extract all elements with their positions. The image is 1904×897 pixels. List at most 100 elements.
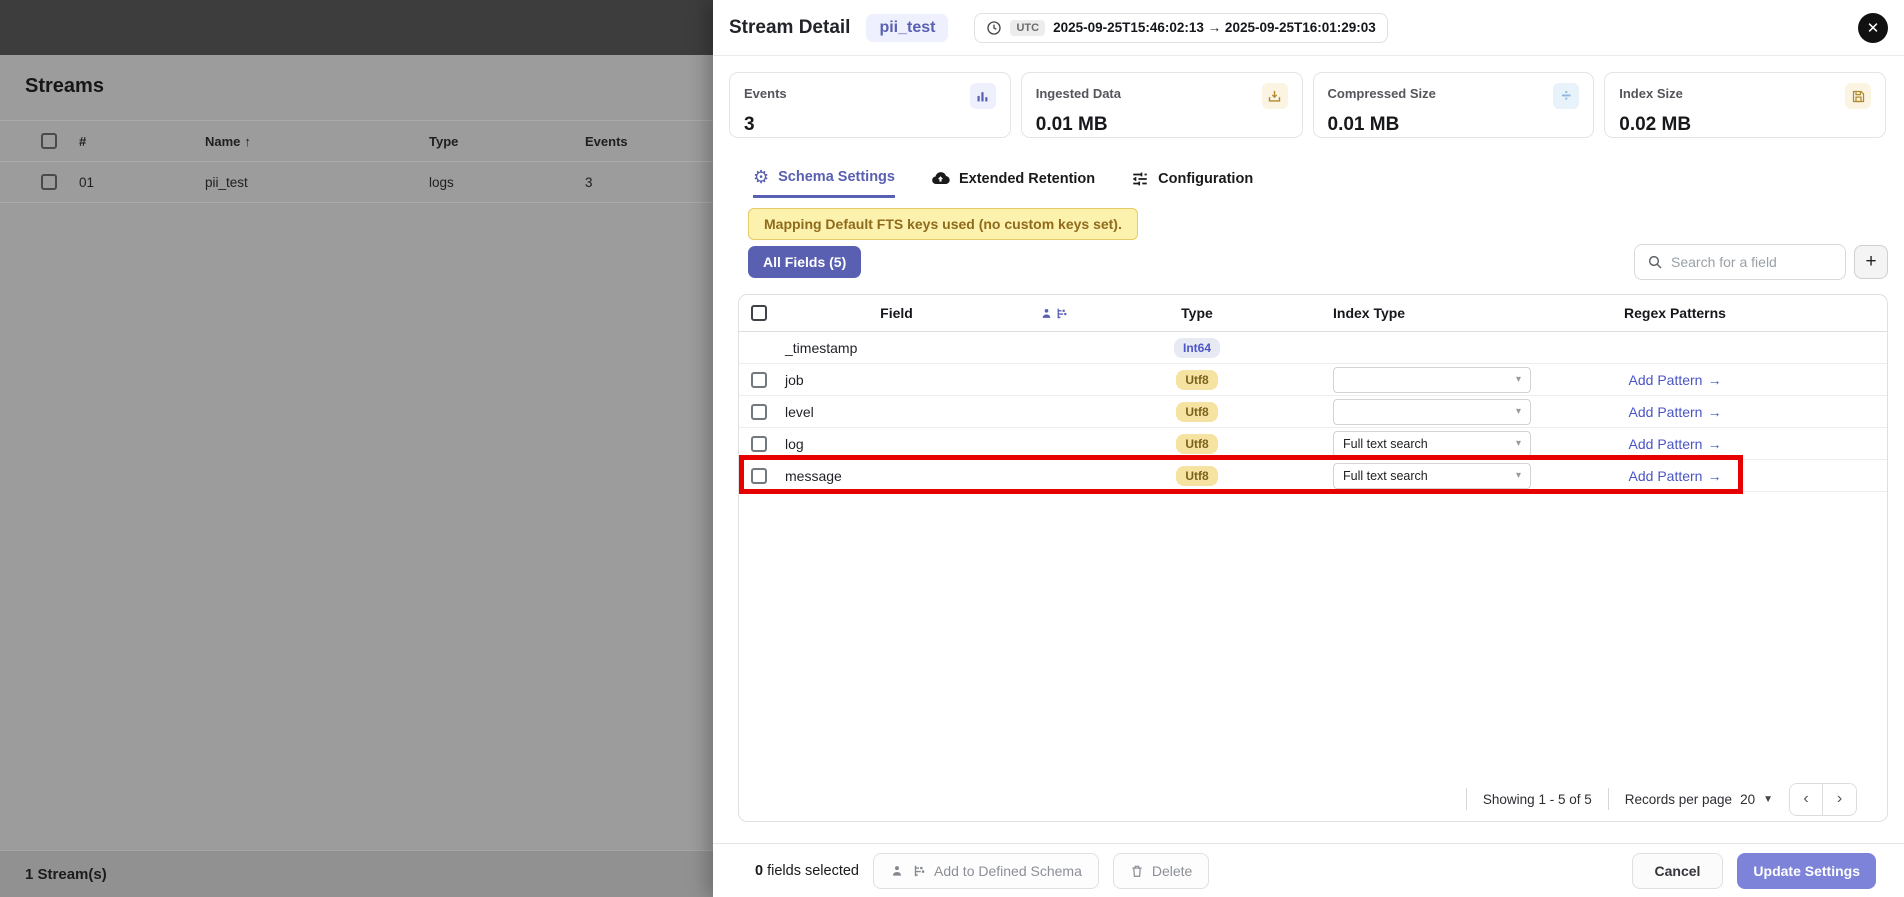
close-icon[interactable]: ✕ bbox=[1858, 13, 1888, 43]
fields-selected-count: 0 fields selected bbox=[755, 863, 859, 879]
index-type-dropdown[interactable]: Full text search ▾ bbox=[1333, 431, 1531, 457]
field-name: log bbox=[779, 436, 1014, 452]
cancel-button[interactable]: Cancel bbox=[1632, 853, 1724, 889]
field-search[interactable] bbox=[1634, 244, 1846, 280]
per-page-value: 20 bbox=[1740, 792, 1755, 807]
tab-extended-retention[interactable]: Extended Retention bbox=[931, 168, 1095, 198]
streams-count-footer: 1 Stream(s) bbox=[0, 850, 713, 897]
add-to-defined-schema-button[interactable]: Add to Defined Schema bbox=[873, 853, 1099, 889]
field-checkbox[interactable] bbox=[751, 468, 767, 484]
stat-value: 0.01 MB bbox=[1328, 114, 1580, 136]
streams-page-background: Streams # Name↑ Type Events 01 pii_test … bbox=[0, 0, 713, 897]
page-title: Streams bbox=[0, 55, 713, 98]
stream-events: 3 bbox=[585, 175, 713, 190]
update-settings-button[interactable]: Update Settings bbox=[1737, 853, 1876, 889]
index-type-dropdown[interactable]: ▾ bbox=[1333, 367, 1531, 393]
add-pattern-link[interactable]: Add Pattern→ bbox=[1629, 404, 1722, 420]
pagination-bar: Showing 1 - 5 of 5 Records per page 20 ▼… bbox=[739, 777, 1887, 821]
column-type: Type bbox=[429, 134, 585, 149]
stat-card-compressed: Compressed Size ÷ 0.01 MB bbox=[1313, 72, 1595, 138]
type-badge: Int64 bbox=[1174, 338, 1220, 358]
type-badge: Utf8 bbox=[1176, 370, 1217, 390]
person-icon bbox=[890, 864, 904, 878]
select-all-checkbox[interactable] bbox=[41, 133, 57, 149]
stat-label: Index Size bbox=[1619, 83, 1683, 101]
stat-label: Events bbox=[744, 83, 787, 101]
stream-name-badge: pii_test bbox=[866, 14, 948, 42]
schema-icon bbox=[912, 864, 926, 878]
prev-page-button[interactable]: ‹ bbox=[1790, 784, 1823, 815]
chevron-down-icon: ▾ bbox=[1516, 470, 1521, 481]
arrow-right-icon: → bbox=[1707, 372, 1721, 388]
chevron-down-icon: ▾ bbox=[1516, 374, 1521, 385]
download-icon bbox=[1262, 83, 1288, 109]
field-checkbox[interactable] bbox=[751, 404, 767, 420]
search-input[interactable] bbox=[1671, 254, 1833, 270]
field-row-message: message Utf8 Full text search ▾ Add Patt… bbox=[739, 460, 1887, 492]
chevron-down-icon: ▾ bbox=[1516, 438, 1521, 449]
schema-fields-table: Field Type Index Type Regex Patterns _ti… bbox=[738, 294, 1888, 822]
drawer-title: Stream Detail bbox=[729, 17, 850, 39]
stat-value: 0.02 MB bbox=[1619, 114, 1871, 136]
showing-range-text: Showing 1 - 5 of 5 bbox=[1483, 792, 1592, 807]
field-name: _timestamp bbox=[779, 340, 1014, 356]
divide-icon: ÷ bbox=[1553, 83, 1579, 109]
field-checkbox[interactable] bbox=[751, 436, 767, 452]
save-icon bbox=[1845, 83, 1871, 109]
tab-configuration[interactable]: Configuration bbox=[1131, 168, 1253, 198]
arrow-right-icon: → bbox=[1707, 436, 1721, 452]
column-regex-patterns: Regex Patterns bbox=[1540, 305, 1810, 321]
stream-name: pii_test bbox=[205, 175, 429, 190]
index-type-dropdown[interactable]: Full text search ▾ bbox=[1333, 463, 1531, 489]
caret-down-icon: ▼ bbox=[1763, 794, 1773, 805]
stream-detail-drawer: Stream Detail pii_test UTC 2025-09-25T15… bbox=[713, 0, 1904, 897]
streams-table: # Name↑ Type Events 01 pii_test logs 3 bbox=[0, 120, 713, 203]
stream-row[interactable]: 01 pii_test logs 3 bbox=[0, 162, 713, 203]
add-pattern-link[interactable]: Add Pattern→ bbox=[1629, 436, 1722, 452]
column-name[interactable]: Name↑ bbox=[205, 134, 429, 149]
type-badge: Utf8 bbox=[1176, 466, 1217, 486]
sort-asc-icon: ↑ bbox=[244, 134, 251, 149]
tune-icon bbox=[1131, 170, 1149, 188]
stream-type: logs bbox=[429, 175, 585, 190]
next-page-button[interactable]: › bbox=[1823, 784, 1856, 815]
add-field-button[interactable]: + bbox=[1854, 245, 1888, 279]
app-topbar bbox=[0, 0, 713, 55]
all-fields-button[interactable]: All Fields (5) bbox=[748, 246, 861, 278]
column-field: Field bbox=[779, 305, 1014, 321]
index-type-dropdown[interactable]: ▾ bbox=[1333, 399, 1531, 425]
bar-chart-icon bbox=[970, 83, 996, 109]
arrow-right-icon: → bbox=[1707, 404, 1721, 420]
column-type: Type bbox=[1094, 305, 1300, 321]
row-checkbox[interactable] bbox=[41, 174, 57, 190]
records-per-page[interactable]: Records per page 20 ▼ bbox=[1625, 792, 1773, 807]
trash-icon bbox=[1130, 864, 1144, 878]
schema-table-header: Field Type Index Type Regex Patterns bbox=[739, 295, 1887, 332]
stat-card-index: Index Size 0.02 MB bbox=[1604, 72, 1886, 138]
stat-card-ingested: Ingested Data 0.01 MB bbox=[1021, 72, 1303, 138]
column-index-type: Index Type bbox=[1300, 305, 1540, 321]
tab-schema-settings[interactable]: ⚙ Schema Settings bbox=[753, 168, 895, 198]
column-events: Events bbox=[585, 134, 713, 149]
add-pattern-link[interactable]: Add Pattern→ bbox=[1629, 372, 1722, 388]
clock-icon bbox=[986, 20, 1002, 36]
drawer-footer: 0 fields selected Add to Defined Schema … bbox=[713, 843, 1904, 897]
type-badge: Utf8 bbox=[1176, 402, 1217, 422]
stat-value: 3 bbox=[744, 114, 996, 136]
search-icon bbox=[1647, 254, 1663, 270]
stat-value: 0.01 MB bbox=[1036, 114, 1288, 136]
stats-row: Events 3 Ingested Data 0.01 MB Compresse… bbox=[713, 56, 1904, 138]
field-name: level bbox=[779, 404, 1014, 420]
cloud-upload-icon bbox=[931, 169, 950, 188]
add-pattern-link[interactable]: Add Pattern→ bbox=[1629, 468, 1722, 484]
arrow-right-icon: → bbox=[1707, 468, 1721, 484]
fts-warning-banner: Mapping Default FTS keys used (no custom… bbox=[748, 208, 1138, 240]
tabs: ⚙ Schema Settings Extended Retention Con… bbox=[713, 168, 1904, 198]
field-name: job bbox=[779, 372, 1014, 388]
select-all-fields-checkbox[interactable] bbox=[751, 305, 767, 321]
field-row-level: level Utf8 ▾ Add Pattern→ bbox=[739, 396, 1887, 428]
stat-label: Ingested Data bbox=[1036, 83, 1121, 101]
delete-button[interactable]: Delete bbox=[1113, 853, 1209, 889]
field-checkbox[interactable] bbox=[751, 372, 767, 388]
time-range-chip[interactable]: UTC 2025-09-25T15:46:02:13 → 2025-09-25T… bbox=[974, 13, 1387, 43]
